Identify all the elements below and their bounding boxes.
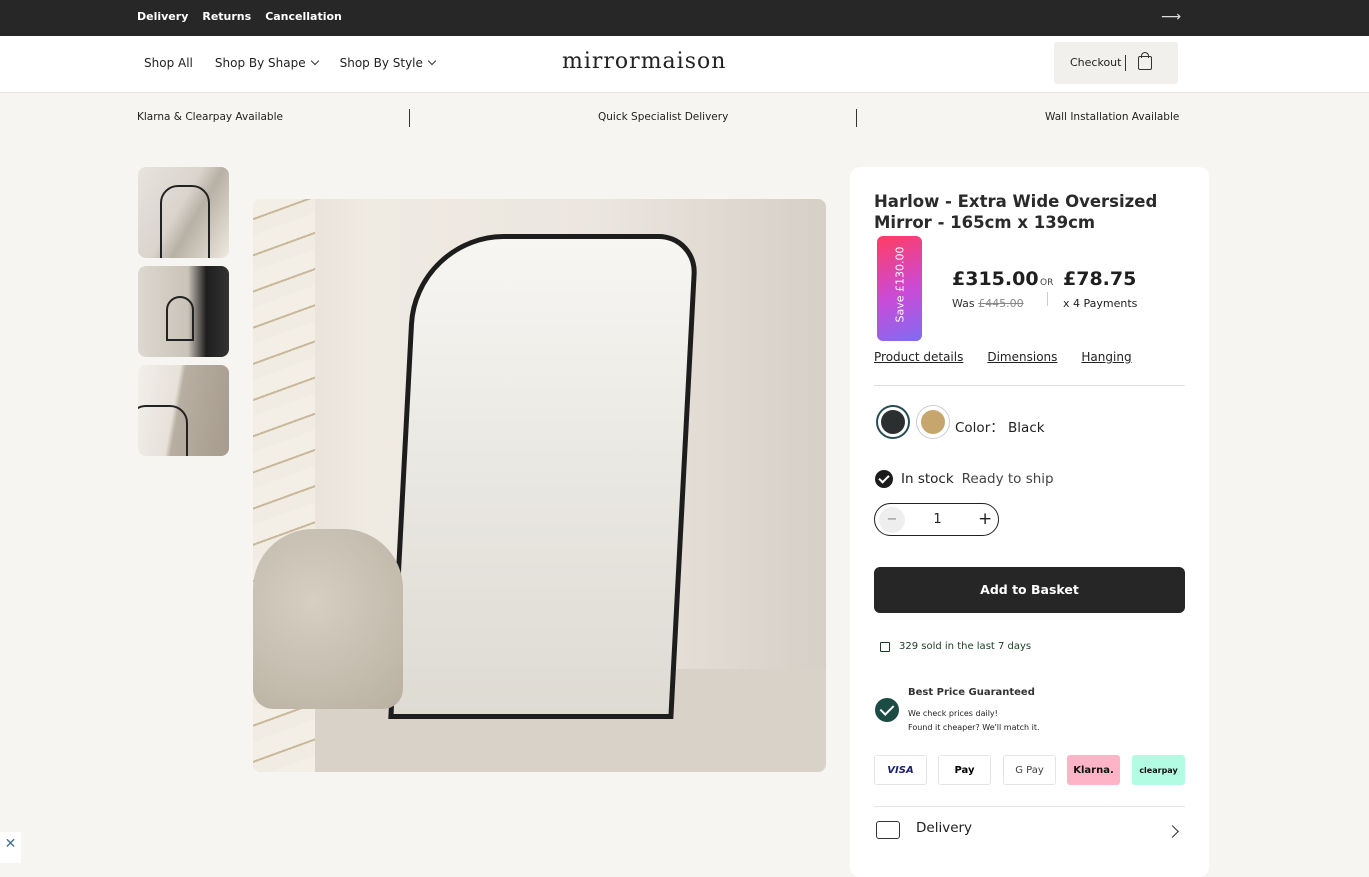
announcement-links: Delivery Returns Cancellation	[137, 10, 342, 23]
announcement-bar: Delivery Returns Cancellation ⟶	[0, 0, 1369, 36]
mirror-frame	[166, 296, 194, 341]
stock-label: In stock	[901, 471, 954, 487]
shopping-bag-icon	[1138, 52, 1152, 70]
divider	[1047, 292, 1048, 306]
check-icon	[875, 470, 893, 488]
site-header: Shop All Shop By Shape Shop By Style mir…	[0, 36, 1369, 93]
color-swatch-black[interactable]	[876, 405, 910, 439]
chevron-down-icon	[310, 56, 319, 66]
add-to-basket-button[interactable]: Add to Basket	[874, 567, 1185, 613]
nav-shop-all-label: Shop All	[144, 56, 193, 70]
usp-installation: Wall Installation Available	[1045, 111, 1180, 123]
returns-link[interactable]: Returns	[202, 10, 251, 23]
tab-hanging[interactable]: Hanging	[1081, 350, 1131, 364]
product-thumbnail-1[interactable]	[138, 167, 229, 258]
stock-detail: Ready to ship	[961, 471, 1054, 487]
usp-divider	[856, 109, 857, 127]
was-label: Was	[952, 297, 975, 310]
original-price: £445.00	[978, 297, 1024, 310]
swatch-fill	[921, 410, 945, 434]
quantity-stepper: − 1 +	[874, 503, 999, 536]
delivery-label: Delivery	[916, 820, 973, 836]
guarantee-line-1: We check prices daily!	[908, 709, 998, 718]
mirror-frame	[138, 405, 188, 456]
delivery-link[interactable]: Delivery	[137, 10, 188, 23]
installment-price: £78.75	[1063, 268, 1137, 290]
google-pay-icon: G Pay	[1003, 755, 1056, 785]
mirror-frame	[160, 185, 210, 258]
delivery-box-icon	[876, 821, 900, 839]
checkout-label: Checkout	[1070, 56, 1122, 69]
product-thumbnail-3[interactable]	[138, 365, 229, 456]
guarantee-title: Best Price Guaranteed	[908, 687, 1035, 698]
cancellation-link[interactable]: Cancellation	[265, 10, 342, 23]
product-title: Harlow - Extra Wide Oversized Mirror - 1…	[874, 192, 1158, 232]
nav-shop-all[interactable]: Shop All	[144, 56, 193, 70]
color-label-text: Color：	[955, 420, 1004, 436]
close-icon[interactable]: ✕	[0, 832, 21, 863]
or-label: OR	[1040, 278, 1054, 288]
divider	[1125, 55, 1126, 71]
current-price: £315.00	[952, 268, 1039, 290]
save-badge-text: Save £130.00	[893, 246, 907, 323]
main-nav: Shop All Shop By Shape Shop By Style	[144, 56, 437, 70]
arrow-right-icon[interactable]: ⟶	[1161, 9, 1181, 25]
nav-shop-by-style-label: Shop By Style	[339, 56, 423, 70]
stock-status: In stock Ready to ship	[875, 470, 1054, 488]
plus-icon[interactable]: +	[978, 509, 992, 529]
nav-shop-by-shape[interactable]: Shop By Shape	[214, 56, 319, 70]
save-badge: Save £130.00	[877, 236, 922, 341]
checkout-button[interactable]: Checkout	[1054, 42, 1178, 84]
color-value: Black	[1008, 420, 1045, 436]
tab-product-details[interactable]: Product details	[874, 350, 963, 364]
chevron-right-icon	[1166, 825, 1179, 838]
chevron-down-icon	[427, 56, 437, 66]
site-logo[interactable]: mirrormaison	[562, 49, 726, 74]
swatch-fill	[881, 410, 905, 434]
image-mirror	[388, 234, 699, 719]
nav-shop-by-style[interactable]: Shop By Style	[339, 56, 437, 70]
apple-pay-label: Pay	[954, 765, 975, 776]
color-swatch-gold[interactable]	[916, 405, 950, 439]
product-main-image[interactable]	[253, 199, 826, 772]
apple-pay-icon: Pay	[938, 755, 991, 785]
klarna-icon: Klarna.	[1067, 755, 1120, 785]
tab-dimensions[interactable]: Dimensions	[987, 350, 1057, 364]
shopping-bag-icon	[880, 641, 890, 652]
was-price: Was £445.00	[952, 297, 1024, 310]
product-thumbnail-2[interactable]	[138, 266, 229, 357]
installment-count: x 4 Payments	[1063, 297, 1138, 310]
clearpay-icon: clearpay	[1132, 755, 1185, 785]
usp-delivery: Quick Specialist Delivery	[598, 111, 729, 123]
divider	[874, 385, 1185, 386]
product-tabs: Product details Dimensions Hanging	[874, 350, 1132, 364]
delivery-accordion[interactable]: Delivery	[874, 806, 1185, 856]
nav-shop-by-shape-label: Shop By Shape	[214, 56, 306, 70]
usp-klarna: Klarna & Clearpay Available	[137, 111, 283, 123]
image-sofa	[253, 529, 403, 709]
check-badge-icon	[875, 698, 899, 722]
usp-divider	[409, 109, 410, 127]
visa-icon: VISA	[874, 755, 927, 785]
guarantee-line-2: Found it cheaper? We'll match it.	[908, 723, 1040, 732]
color-label: Color： Black	[955, 416, 1045, 436]
sold-text: 329 sold in the last 7 days	[899, 641, 1032, 652]
sold-count: 329 sold in the last 7 days	[880, 641, 1031, 652]
